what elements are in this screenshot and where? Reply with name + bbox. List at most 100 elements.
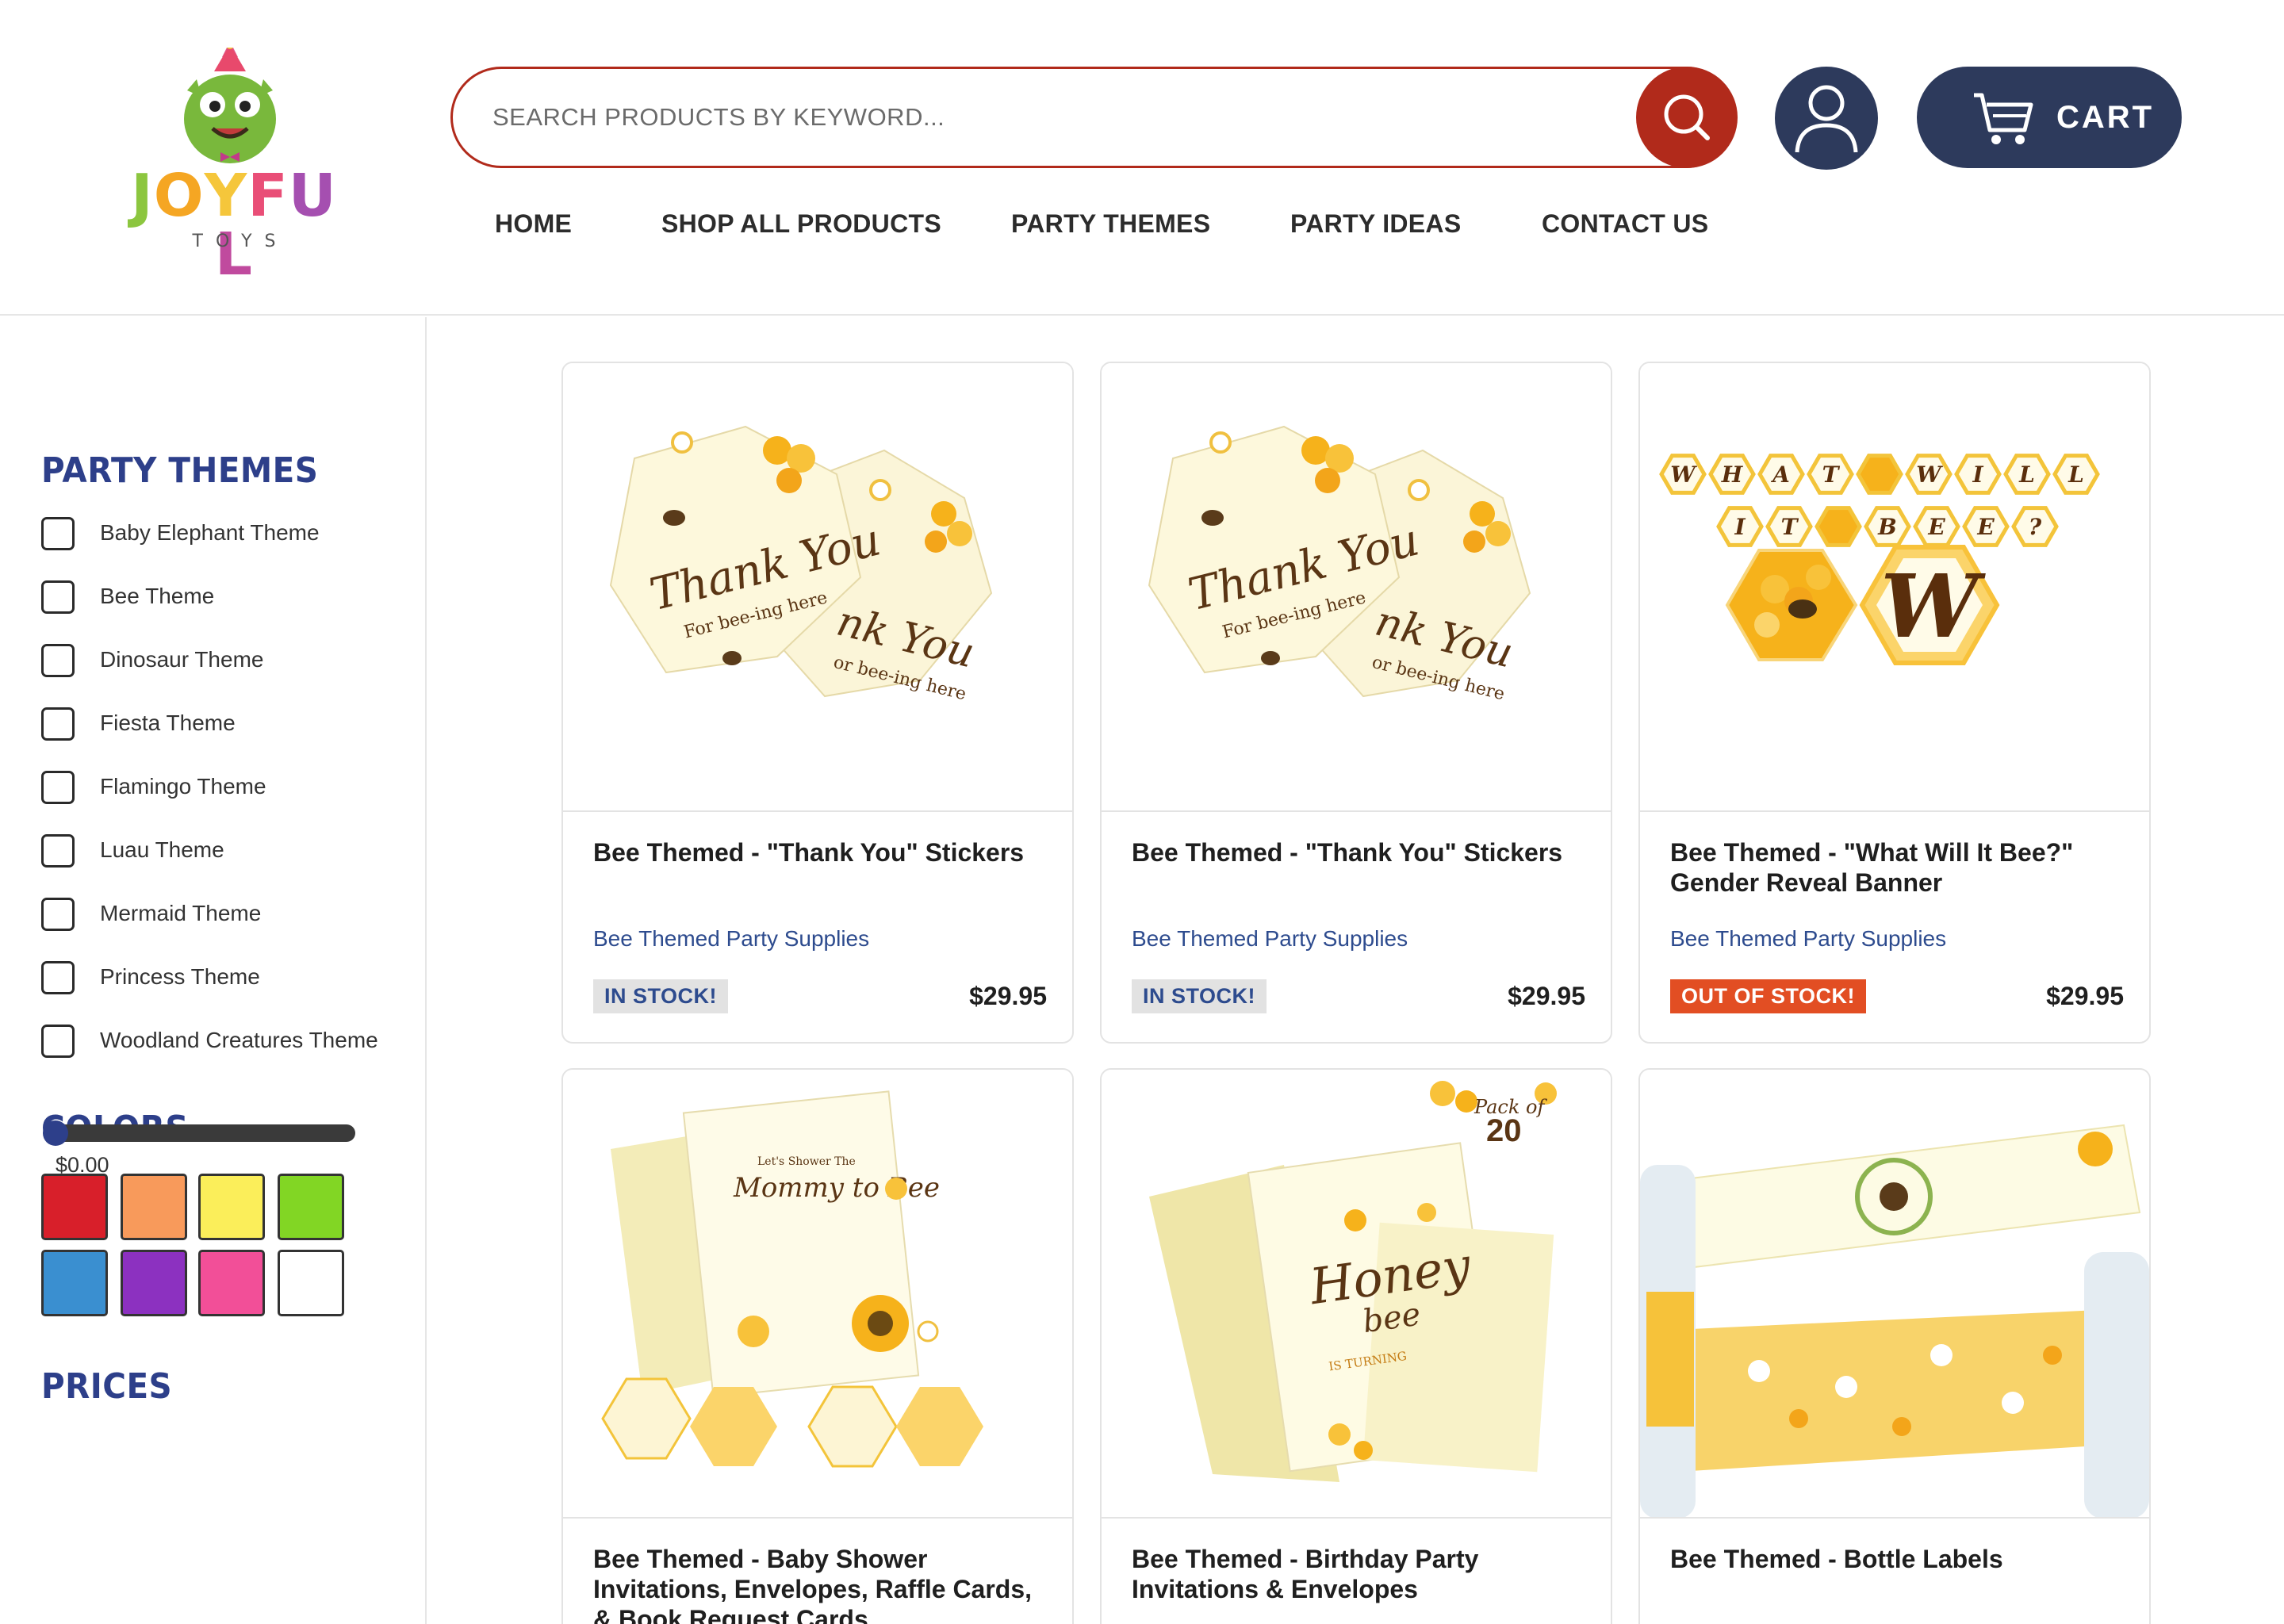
banner-letter: L: [2067, 462, 2084, 488]
product-category-link[interactable]: Bee Themed Party Supplies: [1132, 926, 1408, 952]
product-card[interactable]: Bee Themed - Bottle Labels: [1638, 1068, 2151, 1624]
search-button[interactable]: [1636, 67, 1738, 168]
theme-checkbox[interactable]: [41, 517, 75, 550]
banner-letter: I: [1972, 462, 1983, 488]
color-swatch-orange[interactable]: [121, 1174, 187, 1240]
cart-button[interactable]: CART: [1917, 67, 2182, 168]
color-swatch-yellow[interactable]: [198, 1174, 265, 1240]
product-card[interactable]: WHATWILL I T B E E? W Bee Themed - "What Wil…: [1638, 362, 2151, 1044]
invite-script-text: Mommy to Bee: [733, 1172, 940, 1204]
banner-letter: ?: [2029, 514, 2042, 540]
theme-filter-dinosaur[interactable]: Dinosaur Theme: [41, 644, 406, 679]
banner-letter: W: [1916, 462, 1943, 488]
theme-label: Princess Theme: [100, 964, 260, 989]
theme-filter-princess[interactable]: Princess Theme: [41, 961, 406, 996]
theme-label: Dinosaur Theme: [100, 647, 264, 672]
banner-letter: E: [1927, 514, 1945, 540]
banner-letter: L: [2018, 462, 2035, 488]
theme-checkbox[interactable]: [41, 961, 75, 994]
color-swatch-purple[interactable]: [121, 1250, 187, 1316]
banner-letter: E: [1976, 514, 1995, 540]
account-button[interactable]: [1775, 67, 1878, 170]
product-category-link[interactable]: Bee Themed Party Supplies: [593, 926, 869, 952]
party-themes-heading: PARTY THEMES: [41, 450, 319, 491]
theme-filter-mermaid[interactable]: Mermaid Theme: [41, 898, 406, 933]
filter-sidebar: PARTY THEMES Baby Elephant Theme Bee The…: [0, 317, 427, 1624]
nav-home[interactable]: HOME: [495, 209, 572, 239]
product-image[interactable]: Thank You For bee-ing here nk You or bee…: [563, 363, 1072, 812]
nav-party-ideas[interactable]: PARTY IDEAS: [1290, 209, 1462, 239]
banner-letter: A: [1770, 462, 1790, 488]
product-card[interactable]: Let's Shower The Mommy to Bee Bee Themed…: [561, 1068, 1074, 1624]
banner-letter: I: [1734, 514, 1746, 540]
stock-badge: IN STOCK!: [1132, 979, 1267, 1013]
banner-letter: T: [1822, 462, 1841, 488]
site-header: JOYFUL TOYS CART HOME SHOP ALL PRODUCTS …: [0, 0, 2284, 316]
invite-header-text: Let's Shower The: [757, 1155, 856, 1168]
theme-checkbox[interactable]: [41, 898, 75, 931]
theme-label: Mermaid Theme: [100, 901, 262, 925]
birthday-invitations-image: Honey bee IS TURNING Pack of 20: [1149, 1081, 1557, 1482]
product-card[interactable]: Thank You For bee-ing here nk You or bee…: [561, 362, 1074, 1044]
stock-badge: IN STOCK!: [593, 979, 729, 1013]
product-image[interactable]: Honey bee IS TURNING Pack of 20: [1102, 1070, 1611, 1519]
product-price: $29.95: [969, 982, 1047, 1010]
theme-filter-luau[interactable]: Luau Theme: [41, 834, 406, 869]
baby-shower-invitations-image: Let's Shower The Mommy to Bee: [601, 1090, 983, 1468]
logo-subtext: TOYS: [192, 232, 289, 251]
banner-big-letter: W: [1880, 555, 1986, 657]
theme-filter-baby-elephant[interactable]: Baby Elephant Theme: [41, 517, 406, 552]
product-image[interactable]: WHATWILL I T B E E? W: [1640, 363, 2149, 812]
product-price: $29.95: [1508, 982, 1585, 1010]
theme-checkbox[interactable]: [41, 644, 75, 677]
price-slider-handle[interactable]: [43, 1120, 68, 1146]
color-swatch-green[interactable]: [278, 1174, 344, 1240]
bottle-labels-image: [1640, 1124, 2149, 1517]
nav-party-themes[interactable]: PARTY THEMES: [1011, 209, 1210, 239]
product-title[interactable]: Bee Themed - Bottle Labels: [1670, 1544, 2130, 1574]
product-title[interactable]: Bee Themed - "What Will It Bee?" Gender …: [1670, 837, 2130, 898]
nav-contact-us[interactable]: CONTACT US: [1542, 209, 1708, 239]
product-category-link[interactable]: Bee Themed Party Supplies: [1670, 926, 1946, 952]
product-title[interactable]: Bee Themed - "Thank You" Stickers: [1132, 837, 1592, 868]
color-swatch-white[interactable]: [278, 1250, 344, 1316]
banner-letter: H: [1721, 462, 1744, 488]
nav-shop-all-products[interactable]: SHOP ALL PRODUCTS: [661, 209, 941, 239]
product-title[interactable]: Bee Themed - "Thank You" Stickers: [593, 837, 1053, 868]
theme-checkbox[interactable]: [41, 580, 75, 614]
banner-pennant: [1856, 454, 1903, 495]
monster-mascot-icon: [184, 41, 276, 163]
theme-filter-woodland-creatures[interactable]: Woodland Creatures Theme: [41, 1025, 406, 1059]
theme-checkbox[interactable]: [41, 1025, 75, 1058]
product-title[interactable]: Bee Themed - Baby Shower Invitations, En…: [593, 1544, 1053, 1624]
search-icon: [1664, 94, 1710, 140]
banner-letter: T: [1781, 514, 1799, 540]
brand-logo[interactable]: JOYFUL TOYS: [119, 41, 349, 284]
color-swatch-red[interactable]: [41, 1174, 108, 1240]
product-image[interactable]: [1640, 1070, 2149, 1519]
product-card[interactable]: Thank You For bee-ing here nk You or bee…: [1100, 362, 1612, 1044]
product-title[interactable]: Bee Themed - Birthday Party Invitations …: [1132, 1544, 1592, 1604]
product-card[interactable]: Honey bee IS TURNING Pack of 20 Bee Them…: [1100, 1068, 1612, 1624]
search-input[interactable]: [492, 69, 1603, 166]
color-swatch-blue[interactable]: [41, 1250, 108, 1316]
product-image[interactable]: Let's Shower The Mommy to Bee: [563, 1070, 1072, 1519]
price-slider-track[interactable]: [51, 1124, 355, 1142]
price-min-label: $0.00: [56, 1153, 109, 1177]
gender-reveal-banner-image: WHATWILL I T B E E? W: [1659, 454, 2100, 665]
theme-label: Woodland Creatures Theme: [100, 1028, 378, 1052]
color-swatch-pink[interactable]: [198, 1250, 265, 1316]
theme-checkbox[interactable]: [41, 834, 75, 868]
banner-letter: W: [1670, 462, 1697, 488]
theme-filter-fiesta[interactable]: Fiesta Theme: [41, 707, 406, 742]
pack-count-text: 20: [1486, 1113, 1522, 1148]
theme-filter-bee[interactable]: Bee Theme: [41, 580, 406, 615]
theme-label: Fiesta Theme: [100, 710, 236, 735]
thank-you-stickers-image: Thank You For bee-ing here nk You or bee…: [609, 425, 993, 705]
theme-filter-flamingo[interactable]: Flamingo Theme: [41, 771, 406, 806]
theme-label: Bee Theme: [100, 584, 215, 608]
theme-checkbox[interactable]: [41, 771, 75, 804]
product-image[interactable]: Thank You For bee-ing here nk You or bee…: [1102, 363, 1611, 812]
thank-you-stickers-image: Thank You For bee-ing here nk You or bee…: [1148, 425, 1531, 705]
theme-checkbox[interactable]: [41, 707, 75, 741]
